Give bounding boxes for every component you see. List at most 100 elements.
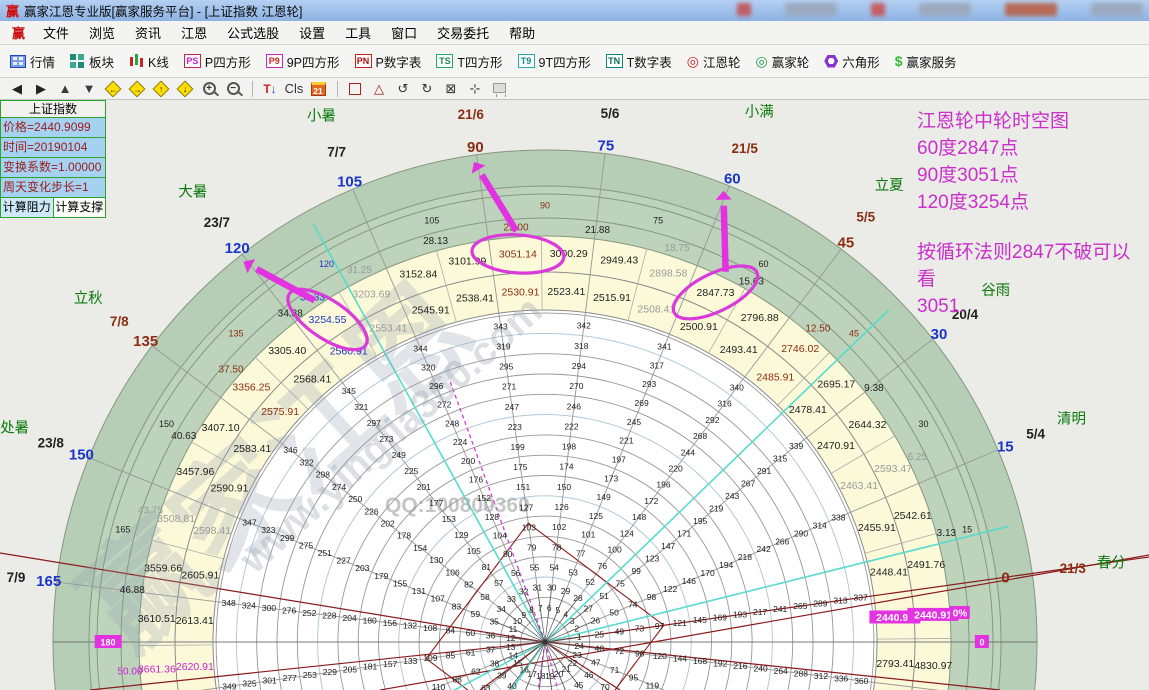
ring-value: 2523.41 (547, 286, 585, 298)
menu-item-3[interactable]: 江恩 (171, 21, 217, 44)
menu-item-4[interactable]: 公式选股 (217, 21, 289, 44)
spiral-number: 243 (725, 491, 739, 501)
zoom-out-button[interactable]: − (222, 79, 244, 98)
toolbar-button-赢家服务[interactable]: $赢家服务 (890, 49, 962, 74)
toolbar-button-行情[interactable]: 行情 (5, 49, 60, 74)
outer-date-label: 21/3 (1060, 561, 1087, 576)
ring-value: 3356.25 (232, 381, 270, 393)
spiral-number: 176 (469, 474, 483, 484)
spiral-number: 248 (445, 418, 459, 428)
square-tool-button[interactable] (344, 79, 366, 98)
shift-down-button[interactable]: ↓ (174, 79, 196, 98)
spiral-number: 315 (773, 453, 787, 463)
spiral-number: 171 (677, 528, 691, 538)
zoom-in-button[interactable]: + (198, 79, 220, 98)
spiral-number: 347 (242, 518, 256, 528)
spiral-number: 51 (599, 591, 609, 601)
up-arrow-button[interactable]: ▲ (54, 79, 76, 98)
shift-up-icon: ↑ (153, 80, 170, 97)
menu-item-2[interactable]: 资讯 (125, 21, 171, 44)
toolbar-button-label: 江恩轮 (703, 52, 741, 71)
spiral-number: 199 (511, 442, 525, 452)
toolbar-button-六角形[interactable]: 六角形 (819, 49, 885, 74)
toolbar-button-P四方形[interactable]: PSP四方形 (179, 49, 256, 74)
toolbar-button-江恩轮[interactable]: ◎ 江恩轮 (682, 49, 746, 74)
down-arrow-button[interactable]: ▼ (78, 79, 100, 98)
spiral-number: 277 (283, 673, 297, 683)
toolbar-button-9T四方形[interactable]: T99T四方形 (513, 49, 596, 74)
toolbar-button-赢家轮[interactable]: ◎赢家轮 (750, 49, 814, 74)
spiral-number: 152 (477, 493, 491, 503)
menu-logo-icon: 赢 (4, 23, 33, 42)
zoom-out-icon: − (227, 82, 240, 95)
crosshair-tool-button[interactable]: ⊹ (464, 79, 486, 98)
shift-right-button[interactable]: → (126, 79, 148, 98)
spiral-number: 360 (854, 676, 868, 686)
box-x-tool-button[interactable]: ⊠ (440, 79, 462, 98)
ring-value: 2575.91 (261, 406, 299, 418)
toolbar-button-T四方形[interactable]: TST四方形 (431, 49, 507, 74)
ring-value: 2470.91 (817, 440, 855, 452)
ring-value: 2583.41 (233, 443, 271, 455)
outer-date-label: 7/8 (110, 314, 129, 329)
ring-value: 2598.41 (193, 525, 231, 537)
menu-item-5[interactable]: 设置 (289, 21, 335, 44)
wheel-icon: ◎ (687, 54, 699, 68)
toolbar-button-9P四方形[interactable]: P99P四方形 (261, 49, 345, 74)
menu-item-8[interactable]: 交易委托 (427, 21, 499, 44)
spiral-number: 49 (615, 627, 625, 637)
spiral-number: 252 (302, 608, 316, 618)
outer-date-label: 7/9 (7, 570, 26, 585)
blurred-window-artifact (871, 3, 885, 16)
ring-value: 12.50 (805, 324, 830, 335)
easel-tool-button[interactable] (488, 79, 510, 98)
parameter-row-3: 周天变化步长=1 (0, 178, 106, 198)
parameter-rows: 价格=2440.9099时间=20190104变换系数=1.00000周天变化步… (0, 118, 106, 198)
toolbar-button-P数字表[interactable]: PNP数字表 (350, 49, 427, 74)
spiral-number: 126 (555, 502, 569, 512)
menu-item-0[interactable]: 文件 (33, 21, 79, 44)
spiral-number: 204 (343, 613, 357, 623)
ring-value: 2455.91 (858, 522, 896, 534)
menu-item-9[interactable]: 帮助 (499, 21, 545, 44)
toolbar-button-K线[interactable]: K线 (124, 49, 174, 74)
calendar-button[interactable]: 21 (307, 79, 329, 98)
shift-left-button[interactable]: ← (102, 79, 124, 98)
spiral-number: 197 (612, 454, 626, 464)
toolbar-button-T数字表[interactable]: TNT数字表 (601, 49, 677, 74)
t-down-button[interactable]: T↓ (259, 79, 281, 98)
prev-arrow-button[interactable]: ◀ (6, 79, 28, 98)
spiral-number: 79 (527, 543, 537, 553)
spiral-number: 178 (397, 531, 411, 541)
outer-degree-label: 105 (337, 174, 362, 191)
calc-button-0[interactable]: 计算阻力 (0, 198, 54, 218)
spiral-number: 95 (629, 673, 639, 683)
menu-item-1[interactable]: 浏览 (79, 21, 125, 44)
spiral-number: 264 (774, 666, 788, 676)
rotate-ccw-button[interactable]: ↺ (392, 79, 414, 98)
spiral-number: 301 (263, 676, 277, 686)
spiral-number: 313 (833, 596, 847, 606)
spiral-number: 103 (522, 522, 536, 532)
triangle-tool-button[interactable]: △ (368, 79, 390, 98)
ring-value: 50.00 (117, 667, 142, 678)
spiral-number: 85 (446, 650, 456, 660)
spiral-number: 59 (471, 609, 481, 619)
spiral-number: 55 (530, 563, 540, 573)
title-bar[interactable]: 赢 赢家江恩专业版[赢家服务平台] - [上证指数 江恩轮] (0, 0, 1149, 21)
badge-icon: PS (184, 54, 201, 68)
annotation-note-1: 3051. (917, 293, 1149, 320)
solar-term-label: 小暑 (307, 108, 336, 125)
next-arrow-button[interactable]: ▶ (30, 79, 52, 98)
menu-item-7[interactable]: 窗口 (381, 21, 427, 44)
calc-button-1[interactable]: 计算支撑 (54, 198, 107, 218)
ring-value: 135 (228, 329, 243, 339)
spiral-number: 318 (574, 341, 588, 351)
spiral-number: 50 (609, 608, 619, 618)
menu-item-6[interactable]: 工具 (335, 21, 381, 44)
spiral-number: 202 (381, 519, 395, 529)
cls-button-button[interactable]: Cls (283, 79, 305, 98)
toolbar-button-板块[interactable]: 板块 (65, 49, 119, 74)
rotate-cw-button[interactable]: ↻ (416, 79, 438, 98)
shift-up-button[interactable]: ↑ (150, 79, 172, 98)
